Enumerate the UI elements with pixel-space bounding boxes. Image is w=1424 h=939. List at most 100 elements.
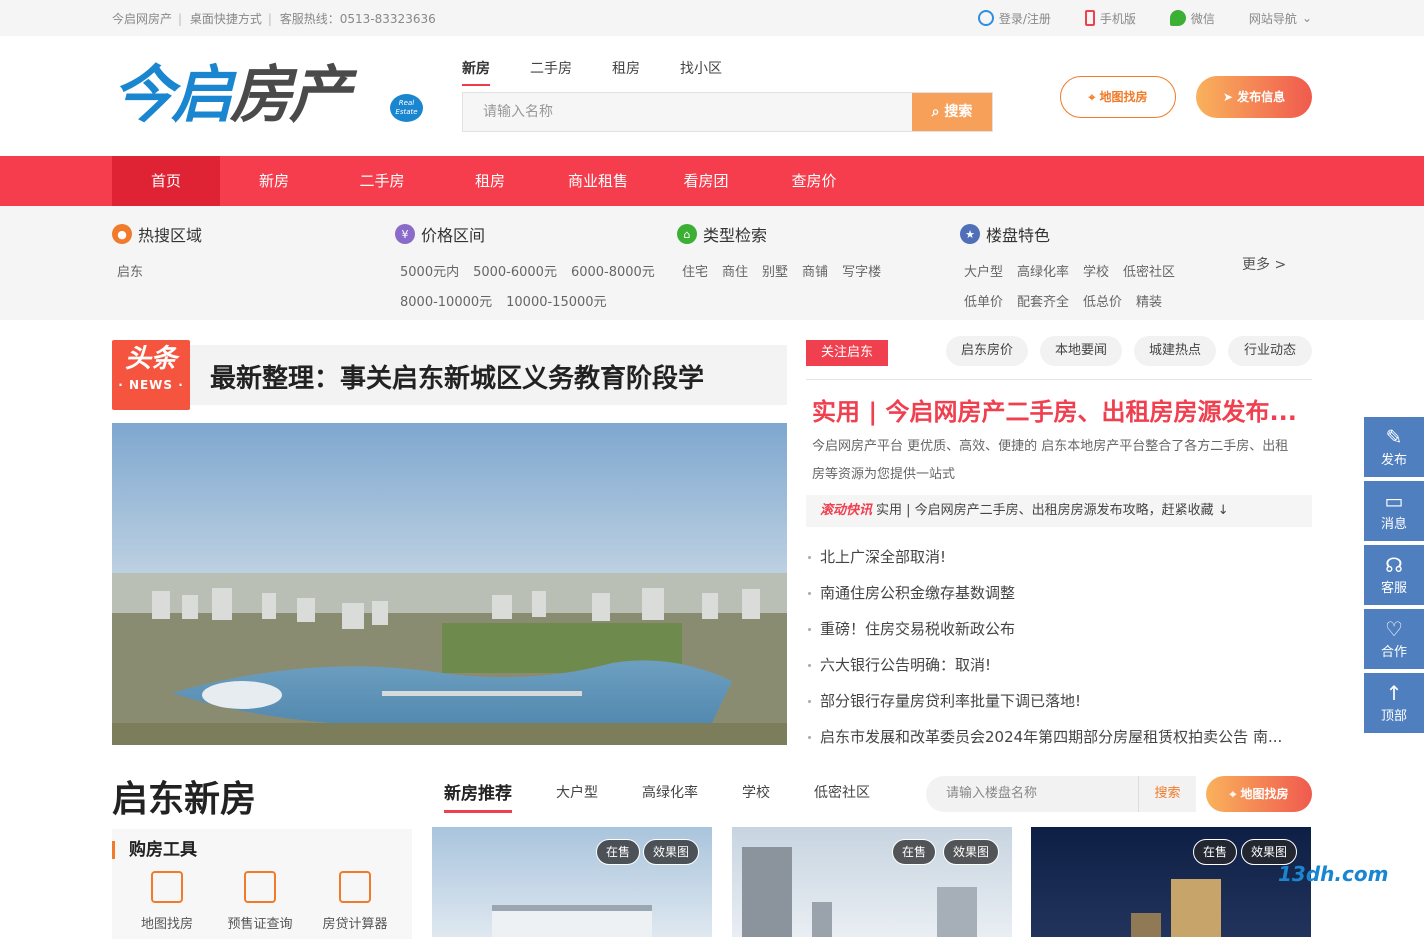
filter-link[interactable]: 商铺 — [802, 258, 828, 288]
site-nav-link[interactable]: 网站导航 ⌄ — [1249, 10, 1312, 27]
login-link[interactable]: 登录/注册 — [977, 10, 1051, 27]
search-tab-rent[interactable]: 租房 — [612, 58, 640, 86]
nav-new-house[interactable]: 新房 — [220, 156, 328, 206]
news-pill-price[interactable]: 启东房价 — [946, 336, 1028, 366]
nav-rent[interactable]: 租房 — [436, 156, 544, 206]
search-button[interactable]: ⌕ 搜索 — [912, 93, 992, 131]
map-search-label: 地图找房 — [1099, 90, 1148, 104]
status-badge: 在售 — [1193, 839, 1238, 865]
wechat-link[interactable]: 微信 — [1169, 10, 1215, 27]
tab-recommend[interactable]: 新房推荐 — [444, 779, 512, 813]
nav-tour[interactable]: 看房团 — [652, 156, 760, 206]
sidebar-message-label: 消息 — [1380, 517, 1407, 532]
toutiao-logo-top: 头条 — [124, 344, 177, 374]
headline-photo[interactable] — [112, 423, 787, 745]
list-item[interactable]: 南通住房公积金缴存基数调整 — [806, 575, 1312, 611]
section-map-button[interactable]: ⌖ 地图找房 — [1206, 776, 1312, 812]
filter-link[interactable]: 配套齐全 — [1017, 288, 1069, 318]
map-search-button[interactable]: ⌖ 地图找房 — [1060, 76, 1176, 118]
site-nav-label: 网站导航 — [1248, 11, 1297, 26]
floating-sidebar: ✎ 发布 ▭ 消息 ☊ 客服 ♡ 合作 ↑ 顶部 — [1364, 417, 1424, 737]
filter-link[interactable]: 8000-10000元 — [400, 288, 492, 318]
nav-home[interactable]: 首页 — [112, 156, 220, 206]
filter-more-link[interactable]: 更多 > — [1242, 254, 1286, 274]
main-nav: 首页 新房 二手房 租房 商业租售 看房团 查房价 — [0, 156, 1424, 206]
sidebar-service-label: 客服 — [1380, 581, 1407, 596]
tab-low-density[interactable]: 低密社区 — [814, 782, 870, 813]
list-item[interactable]: 六大银行公告明确：取消! — [806, 647, 1312, 683]
status-badge: 在售 — [892, 839, 937, 865]
scroll-news[interactable]: 滚动快讯 实用 | 今启网房产二手房、出租房房源发布攻略，赶紧收藏 ↓ — [806, 495, 1312, 527]
nav-price[interactable]: 查房价 — [760, 156, 868, 206]
render-badge: 效果图 — [643, 839, 700, 865]
property-card[interactable]: 在售 效果图 — [732, 827, 1012, 937]
search-tab-second[interactable]: 二手房 — [530, 58, 572, 86]
wechat-label: 微信 — [1190, 11, 1215, 26]
filter-link[interactable]: 10000-15000元 — [506, 288, 606, 318]
news-pill-construction[interactable]: 城建热点 — [1134, 336, 1216, 366]
filter-link[interactable]: 6000-8000元 — [571, 258, 655, 288]
nav-commercial[interactable]: 商业租售 — [544, 156, 652, 206]
filter-link[interactable]: 高绿化率 — [1017, 258, 1069, 288]
filter-link[interactable]: 低总价 — [1083, 288, 1122, 318]
nav-second-hand[interactable]: 二手房 — [328, 156, 436, 206]
filter-link[interactable]: 5000元内 — [400, 258, 459, 288]
aerial-city-image — [112, 423, 787, 745]
mobile-link[interactable]: 手机版 — [1084, 10, 1136, 27]
calculator-icon — [339, 871, 371, 903]
sidebar-publish[interactable]: ✎ 发布 — [1364, 417, 1424, 477]
publish-button[interactable]: ➤ 发布信息 — [1196, 76, 1312, 118]
sidebar-top[interactable]: ↑ 顶部 — [1364, 673, 1424, 733]
search-input[interactable]: 请输入名称 — [463, 93, 912, 131]
certificate-icon — [244, 871, 276, 903]
desktop-shortcut-link[interactable]: 桌面快捷方式 — [190, 12, 262, 26]
property-card[interactable]: 在售 效果图 — [1031, 827, 1311, 937]
property-card[interactable]: 在售 效果图 — [432, 827, 712, 937]
sidebar-top-label: 顶部 — [1380, 709, 1407, 724]
filter-link[interactable]: 5000-6000元 — [473, 258, 557, 288]
filter-link[interactable]: 精装 — [1136, 288, 1162, 318]
news-pill-local[interactable]: 本地要闻 — [1040, 336, 1122, 366]
login-label: 登录/注册 — [998, 11, 1051, 26]
tool-map[interactable]: 地图找房 — [132, 871, 202, 932]
estate-search-input[interactable]: 请输入楼盘名称 — [926, 776, 1138, 812]
filter-link[interactable]: 大户型 — [964, 258, 1003, 288]
list-item[interactable]: 启东市发展和改革委员会2024年第四期部分房屋租赁权拍卖公告 南... — [806, 719, 1312, 755]
hotline-text: 客服热线：0513-83323636 — [279, 11, 436, 26]
filter-link[interactable]: 别墅 — [762, 258, 788, 288]
filter-link[interactable]: 启东 — [117, 258, 143, 288]
list-item[interactable]: 重磅！住房交易税收新政公布 — [806, 611, 1312, 647]
sidebar-message[interactable]: ▭ 消息 — [1364, 481, 1424, 541]
search-tab-new[interactable]: 新房 — [462, 58, 490, 86]
sidebar-service[interactable]: ☊ 客服 — [1364, 545, 1424, 605]
estate-search-button[interactable]: 搜索 — [1138, 776, 1196, 812]
site-logo[interactable]: 今启房产 Real Estate — [112, 60, 428, 130]
search-tab-community[interactable]: 找小区 — [680, 58, 722, 86]
tab-green[interactable]: 高绿化率 — [642, 782, 698, 813]
filter-link[interactable]: 低单价 — [964, 288, 1003, 318]
section-map-label: 地图找房 — [1240, 787, 1289, 801]
list-item[interactable]: 部分银行存量房贷利率批量下调已落地! — [806, 683, 1312, 719]
news-headline[interactable]: 实用 | 今启网房产二手房、出租房房源发布... — [806, 392, 1312, 427]
filter-hot-area-title: 热搜区域 — [138, 226, 203, 245]
tab-large[interactable]: 大户型 — [556, 782, 598, 813]
wechat-icon — [1169, 10, 1186, 26]
filter-link[interactable]: 商住 — [722, 258, 748, 288]
news-tag[interactable]: 关注启东 — [806, 340, 888, 366]
sidebar-cooperation[interactable]: ♡ 合作 — [1364, 609, 1424, 669]
news-pill-industry[interactable]: 行业动态 — [1228, 336, 1312, 366]
list-item[interactable]: 北上广深全部取消! — [806, 539, 1312, 575]
site-link[interactable]: 今启网房产 — [112, 12, 172, 26]
news-tabs: 关注启东 启东房价 本地要闻 城建热点 行业动态 — [806, 336, 1312, 380]
tool-presale-label: 预售证查询 — [227, 917, 293, 932]
filter-link[interactable]: 学校 — [1083, 258, 1109, 288]
chat-icon: ▭ — [1384, 489, 1404, 513]
filter-link[interactable]: 低密社区 — [1123, 258, 1175, 288]
filter-link[interactable]: 写字楼 — [842, 258, 881, 288]
filter-link[interactable]: 住宅 — [682, 258, 708, 288]
headline-banner[interactable]: 头条 · NEWS · 最新整理：事关启东新城区义务教育阶段学 — [112, 340, 787, 410]
map-icon: ⌖ — [1229, 787, 1237, 801]
tool-calculator[interactable]: 房贷计算器 — [320, 871, 390, 932]
tool-presale[interactable]: 预售证查询 — [225, 871, 295, 932]
tab-school[interactable]: 学校 — [742, 782, 770, 813]
